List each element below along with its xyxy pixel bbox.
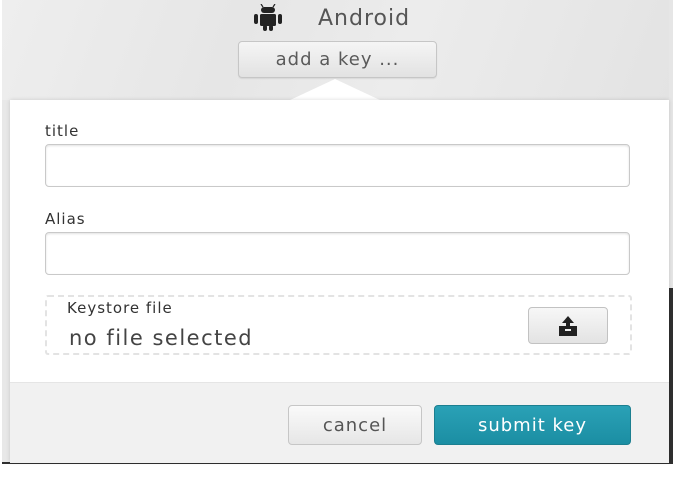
submit-key-button[interactable]: submit key	[434, 405, 631, 445]
page-background-left	[2, 100, 10, 462]
add-key-button[interactable]: add a key ...	[238, 41, 437, 78]
page-background-dark-strip	[669, 288, 673, 462]
upload-icon	[559, 315, 577, 336]
keystore-file-label: Keystore file	[67, 299, 173, 317]
popover-footer: cancel submit key	[10, 382, 669, 463]
platform-header: Android	[248, 4, 410, 32]
platform-label: Android	[318, 5, 411, 31]
alias-label: Alias	[45, 210, 86, 228]
alias-input[interactable]	[45, 232, 630, 275]
keystore-file-dropzone[interactable]: Keystore file no file selected	[45, 295, 632, 355]
title-input[interactable]	[45, 144, 630, 187]
popover-arrow	[288, 79, 382, 101]
upload-button[interactable]	[528, 307, 608, 344]
keystore-file-status: no file selected	[69, 326, 254, 350]
add-key-popover: title Alias Keystore file no file select…	[10, 100, 669, 463]
android-icon	[254, 4, 282, 31]
title-label: title	[45, 122, 80, 140]
cancel-button[interactable]: cancel	[288, 405, 422, 445]
page-background-right	[669, 0, 673, 462]
